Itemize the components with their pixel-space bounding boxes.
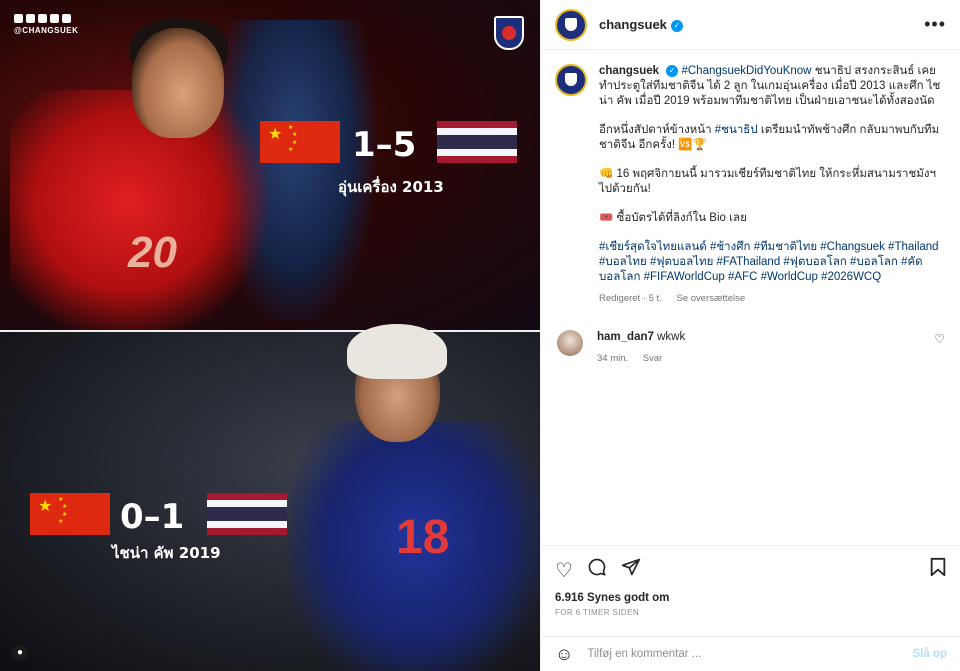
share-send-icon[interactable]	[621, 557, 641, 583]
thailand-flag-icon	[207, 493, 287, 535]
comment-username[interactable]: ham_dan7	[597, 331, 654, 343]
fa-thailand-crest-icon	[494, 16, 524, 50]
reply-button[interactable]: Svar	[643, 353, 663, 364]
post-sidebar: changsuek ✓ ••• changsuek ✓ #ChangsuekDid…	[540, 0, 960, 671]
hashtag-link[interactable]: #ChangsuekDidYouKnow	[681, 65, 811, 77]
caption-meta: Redigeret · 5 t. Se oversættelse	[599, 291, 943, 306]
add-comment-input[interactable]	[587, 648, 913, 660]
comment-item: ham_dan7 wkwk 34 min. Svar ♡	[555, 330, 947, 366]
caption-match1: อุ่นเครื่อง 2013	[338, 178, 444, 196]
verified-badge-icon: ✓	[666, 65, 679, 77]
china-flag-icon: ★ ★ ★ ★ ★	[260, 121, 340, 163]
caption-username[interactable]: changsuek	[599, 65, 659, 77]
bookmark-icon[interactable]	[929, 557, 947, 583]
verified-badge-icon: ✓	[670, 20, 683, 32]
likes-count[interactable]: 6.916 Synes godt om	[555, 592, 947, 604]
caption-text-3: 👊 16 พฤศจิกายนนี้ มารวมเชียร์ทีมชาติไทย …	[599, 168, 936, 195]
comments-section: changsuek ✓ #ChangsuekDidYouKnow ชนาธิป …	[541, 50, 960, 545]
like-heart-icon[interactable]: ♡	[555, 558, 573, 583]
comment-time: 34 min.	[597, 353, 629, 364]
score-match1: 1–5	[352, 125, 417, 165]
thailand-flag-icon	[437, 121, 517, 163]
avatar[interactable]	[555, 8, 587, 41]
player-head	[132, 28, 224, 138]
emoji-smile-icon[interactable]: ☺	[555, 644, 573, 665]
brand-watermark: @CHANGSUEK	[14, 14, 78, 35]
hashtag-link[interactable]: #ชนาธิป	[715, 124, 758, 136]
add-comment-bar: ☺ Slå op	[541, 636, 960, 671]
image-top-half: 20 @CHANGSUEK ★ ★ ★ ★ ★ 1–5 อุ่นเครื่อง …	[0, 0, 540, 340]
header-username[interactable]: changsuek ✓	[599, 17, 683, 32]
post-image[interactable]: 20 @CHANGSUEK ★ ★ ★ ★ ★ 1–5 อุ่นเครื่อง …	[0, 0, 540, 671]
tagged-users-icon[interactable]: ●	[12, 645, 28, 661]
caption-match2: ไชน่า คัพ 2019	[112, 544, 221, 562]
more-options-icon[interactable]: •••	[924, 14, 946, 35]
translate-link[interactable]: Se oversættelse	[676, 293, 745, 304]
image-bottom-half: 18 ★ ★ ★ ★ ★ 0–1 ไชน่า คัพ 2019	[0, 324, 540, 671]
score-match2: 0–1	[120, 497, 185, 537]
hashtag-list[interactable]: #เชียร์สุดใจไทยแลนด์ #ช้างศึก #ทีมชาติไท…	[599, 240, 943, 285]
like-comment-heart-icon[interactable]: ♡	[934, 332, 945, 366]
comment-bubble-icon[interactable]	[587, 557, 607, 583]
jersey-number-bottom: 18	[396, 511, 450, 564]
caption-text-4: 🎟️ ซื้อบัตรได้ที่ลิงก์ใน Bio เลย	[599, 212, 747, 224]
china-flag-icon: ★ ★ ★ ★ ★	[30, 493, 110, 535]
social-icons	[14, 14, 78, 23]
brand-handle: @CHANGSUEK	[14, 26, 79, 35]
comment-text: wkwk	[653, 331, 686, 343]
post-comment-button[interactable]: Slå op	[912, 648, 947, 660]
post-header: changsuek ✓ •••	[541, 0, 960, 50]
red-jersey-player	[10, 90, 270, 340]
post-caption: changsuek ✓ #ChangsuekDidYouKnow ชนาธิป …	[555, 64, 947, 306]
edited-label: Redigeret · 5 t.	[599, 293, 662, 304]
action-bar: ♡ 6.916 Synes godt om FOR 6 TIMER SIDEN	[541, 545, 960, 617]
jersey-number-top: 20	[128, 228, 177, 277]
avatar[interactable]	[555, 64, 587, 96]
avatar[interactable]	[557, 330, 583, 356]
post-timestamp: FOR 6 TIMER SIDEN	[555, 608, 639, 617]
